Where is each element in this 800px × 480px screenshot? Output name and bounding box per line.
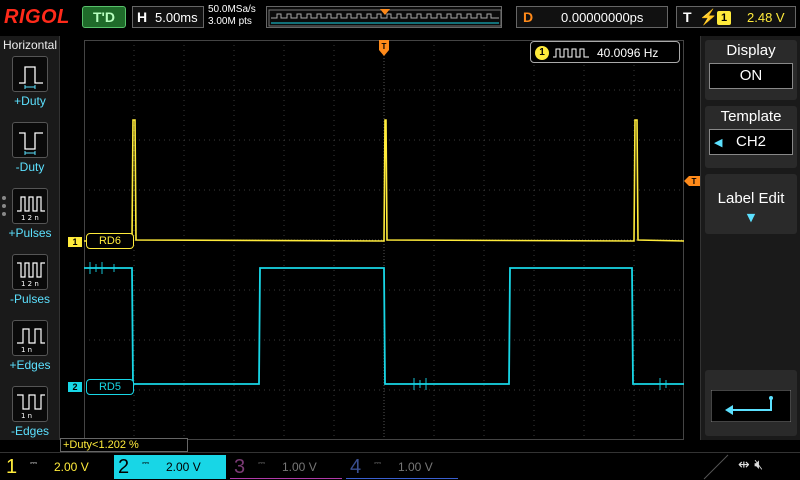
channel-1-status[interactable]: 1 ⎓ 2.00 V bbox=[2, 455, 114, 479]
negative-duty-icon bbox=[12, 122, 48, 158]
measure-label: +Duty bbox=[14, 94, 46, 108]
measure-negative-pulses[interactable]: 1 2 n -Pulses bbox=[0, 254, 60, 316]
channel-scale: 2.00 V bbox=[54, 460, 89, 474]
channel-2-status[interactable]: 2 ⎓ 2.00 V bbox=[114, 455, 226, 479]
channel-1-offset-marker[interactable]: 1 bbox=[68, 237, 82, 247]
trigger-position-marker-icon[interactable]: T bbox=[379, 40, 389, 56]
run-state-badge[interactable]: T'D bbox=[82, 6, 126, 28]
delay-letter: D bbox=[523, 9, 534, 25]
channel-2-label[interactable]: RD5 bbox=[86, 379, 134, 395]
timebase-box[interactable]: H 5.00ms bbox=[132, 6, 204, 28]
channel-scale: 1.00 V bbox=[398, 460, 433, 474]
channel-number: 1 bbox=[6, 456, 18, 478]
positive-pulses-icon: 1 2 n bbox=[12, 188, 48, 224]
dc-coupling-icon: ⎓ bbox=[30, 459, 38, 469]
measure-label: -Duty bbox=[15, 160, 45, 174]
delay-value: 0.00000000ps bbox=[561, 10, 644, 25]
trigger-box[interactable]: T ⚡ 1 2.48 V bbox=[676, 6, 796, 28]
label-edit-menu-item[interactable]: Label Edit ▼ bbox=[705, 174, 797, 234]
display-menu-item[interactable]: Display ON bbox=[705, 40, 797, 100]
template-menu-value: ◀ CH2 bbox=[709, 129, 793, 155]
measurement-result: +Duty<1.202 % bbox=[60, 438, 188, 452]
channel-3-status[interactable]: 3 ⎓ 1.00 V bbox=[230, 455, 342, 479]
memory-waveform-preview bbox=[268, 9, 502, 27]
channel-1-label[interactable]: RD6 bbox=[86, 233, 134, 249]
trigger-source-badge: 1 bbox=[717, 11, 731, 25]
timebase-value: 5.00ms bbox=[155, 10, 198, 25]
channel-number: 2 bbox=[118, 456, 130, 478]
delay-box[interactable]: D 0.00000000ps bbox=[516, 6, 668, 28]
acquisition-info: 50.0MSa/s 3.00M pts bbox=[208, 4, 256, 28]
display-menu-value: ON bbox=[709, 63, 793, 89]
svg-text:1 n: 1 n bbox=[21, 412, 32, 420]
square-wave-icon bbox=[553, 48, 589, 58]
dc-coupling-icon: ⎓ bbox=[142, 459, 150, 469]
label-menu-panel: Display ON Template ◀ CH2 Label Edit ▼ bbox=[700, 36, 800, 440]
dc-coupling-icon: ⎓ bbox=[374, 459, 382, 469]
svg-text:1 2 n: 1 2 n bbox=[21, 280, 39, 288]
measure-positive-duty[interactable]: +Duty bbox=[0, 56, 60, 118]
dc-coupling-icon: ⎓ bbox=[258, 459, 266, 469]
speaker-mute-icon[interactable]: 🔇︎ bbox=[754, 457, 763, 473]
measure-label: -Edges bbox=[10, 424, 50, 438]
measure-rising-edges[interactable]: 1 n +Edges bbox=[0, 320, 60, 382]
display-menu-title: Display bbox=[726, 42, 776, 59]
graticule bbox=[84, 40, 684, 440]
timebase-letter: H bbox=[137, 9, 148, 25]
svg-text:T: T bbox=[382, 42, 387, 51]
channel-2-trace bbox=[84, 267, 684, 385]
bottom-corner-decoration bbox=[703, 454, 729, 480]
brand-logo: RIGOL bbox=[4, 6, 70, 28]
measure-positive-pulses[interactable]: 1 2 n +Pulses bbox=[0, 188, 60, 250]
channel-1-trace bbox=[84, 119, 684, 242]
svg-text:T: T bbox=[692, 177, 697, 186]
trigger-level: 2.48 V bbox=[747, 10, 785, 25]
measure-label: +Pulses bbox=[8, 226, 52, 240]
memory-depth: 3.00M pts bbox=[208, 16, 252, 27]
channel-status-bar: 1 ⎓ 2.00 V 2 ⎓ 2.00 V 3 ⎓ 1.00 V 4 ⎓ 1.0… bbox=[0, 452, 800, 480]
memory-position-bar[interactable] bbox=[266, 6, 502, 28]
falling-edges-icon: 1 n bbox=[12, 386, 48, 422]
measure-panel-title: Horizontal bbox=[2, 38, 58, 52]
rising-edge-icon: ⚡ bbox=[699, 9, 718, 26]
channel-2-offset-marker[interactable]: 2 bbox=[68, 382, 82, 392]
measure-label: -Pulses bbox=[9, 292, 50, 306]
top-status-bar: RIGOL T'D H 5.00ms 50.0MSa/s 3.00M pts D… bbox=[0, 0, 800, 36]
frequency-channel-badge: 1 bbox=[535, 46, 549, 60]
usb-icon: ⇹ bbox=[738, 457, 750, 473]
trigger-letter: T bbox=[683, 9, 692, 25]
svg-text:1 2 n: 1 2 n bbox=[21, 214, 39, 222]
enter-arrow-icon bbox=[711, 390, 791, 422]
template-menu-item[interactable]: Template ◀ CH2 bbox=[705, 106, 797, 168]
rising-edges-icon: 1 n bbox=[12, 320, 48, 356]
measure-falling-edges[interactable]: 1 n -Edges bbox=[0, 386, 60, 448]
status-icons: ⇹ 🔇︎ bbox=[738, 457, 763, 473]
frequency-readout: 1 40.0096 Hz bbox=[530, 41, 680, 63]
channel-scale: 2.00 V bbox=[166, 460, 201, 474]
positive-duty-icon bbox=[12, 56, 48, 92]
frequency-value: 40.0096 Hz bbox=[597, 46, 659, 60]
negative-pulses-icon: 1 2 n bbox=[12, 254, 48, 290]
measure-negative-duty[interactable]: -Duty bbox=[0, 122, 60, 184]
enter-menu-item[interactable] bbox=[705, 370, 797, 436]
measure-label: +Edges bbox=[9, 358, 51, 372]
template-menu-title: Template bbox=[720, 108, 782, 125]
svg-text:1 n: 1 n bbox=[21, 346, 32, 354]
trigger-level-marker-icon[interactable]: T bbox=[684, 176, 700, 186]
waveform-display[interactable] bbox=[84, 40, 684, 440]
channel-number: 3 bbox=[234, 456, 246, 478]
label-edit-title: Label Edit bbox=[717, 190, 785, 207]
channel-number: 4 bbox=[350, 456, 362, 478]
sample-rate: 50.0MSa/s bbox=[208, 4, 256, 15]
caret-left-icon: ◀ bbox=[714, 136, 723, 149]
chevron-down-icon: ▼ bbox=[746, 211, 756, 224]
measure-panel: Horizontal +Duty -Duty 1 2 n +Pulses 1 2… bbox=[0, 36, 60, 440]
channel-4-status[interactable]: 4 ⎓ 1.00 V bbox=[346, 455, 458, 479]
channel-scale: 1.00 V bbox=[282, 460, 317, 474]
